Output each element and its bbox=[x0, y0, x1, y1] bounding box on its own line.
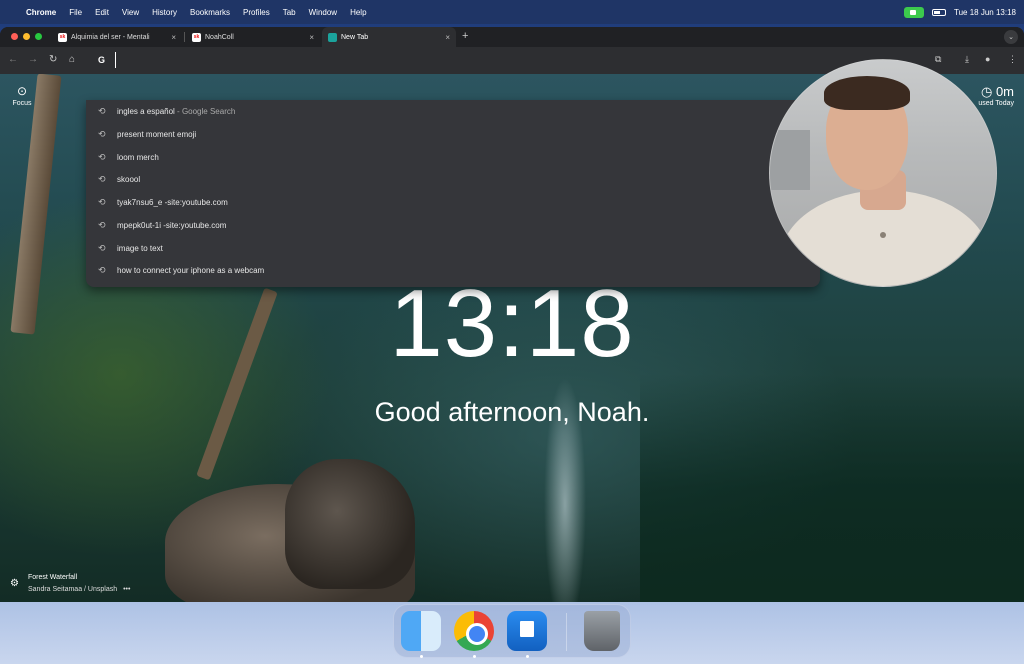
close-tab-icon[interactable]: × bbox=[445, 33, 450, 42]
menu-view[interactable]: View bbox=[122, 8, 139, 17]
skool-favicon-icon: sk bbox=[192, 32, 201, 42]
greeting-text: Good afternoon, Noah. bbox=[374, 397, 650, 427]
running-indicator bbox=[420, 655, 423, 658]
menu-history[interactable]: History bbox=[152, 8, 177, 17]
photo-author-text[interactable]: Sandra Seitamaa / Unsplash bbox=[28, 586, 117, 593]
focus-icon: ⊙ bbox=[16, 84, 28, 98]
extensions-icon[interactable]: ⧉ bbox=[935, 54, 941, 65]
suggestion-item[interactable]: ⟲ skoool bbox=[86, 168, 820, 190]
tab-title: New Tab bbox=[341, 33, 369, 41]
address-bar-input[interactable] bbox=[115, 52, 315, 68]
more-menu-icon[interactable]: ⋮ bbox=[1008, 54, 1017, 65]
tab-strip: sk Alquimia del ser - Mentali × sk NoahC… bbox=[0, 27, 1024, 47]
suggestion-item[interactable]: ⟲ mpepk0ut-1i -site:youtube.com bbox=[86, 214, 820, 236]
focus-label: Focus bbox=[12, 100, 32, 107]
menu-profiles[interactable]: Profiles bbox=[243, 8, 270, 17]
history-icon: ⟲ bbox=[98, 242, 106, 253]
dock-separator bbox=[566, 613, 567, 651]
close-tab-icon[interactable]: × bbox=[171, 33, 176, 42]
suggestion-text: present moment emoji bbox=[117, 129, 197, 139]
history-icon: ⟲ bbox=[98, 151, 106, 162]
forward-icon[interactable]: → bbox=[28, 54, 38, 65]
webcam-bubble[interactable] bbox=[769, 59, 997, 287]
timer-icon: ◷ bbox=[980, 84, 993, 99]
back-icon[interactable]: ← bbox=[8, 54, 18, 65]
webcam-background-shelf bbox=[770, 130, 810, 190]
reload-icon[interactable]: ↻ bbox=[49, 54, 57, 65]
history-icon: ⟲ bbox=[98, 173, 106, 184]
menu-bar-status: Tue 18 Jun 13:18 bbox=[904, 6, 1016, 18]
zoom-window-button[interactable] bbox=[35, 33, 42, 40]
history-icon: ⟲ bbox=[98, 196, 106, 207]
menu-edit[interactable]: Edit bbox=[95, 8, 109, 17]
tab-title: NoahColl bbox=[205, 33, 234, 41]
skool-favicon-icon: sk bbox=[58, 32, 67, 42]
gear-icon[interactable]: ⚙ bbox=[10, 578, 19, 589]
menu-help[interactable]: Help bbox=[350, 8, 366, 17]
webcam-person-hair bbox=[824, 76, 910, 110]
background-rocks bbox=[285, 459, 415, 589]
timer-value: ◷ 0m bbox=[978, 84, 1014, 100]
chrome-icon[interactable] bbox=[454, 611, 494, 651]
tab-search-button[interactable]: ⌄ bbox=[1004, 30, 1018, 44]
suggestion-text: loom merch bbox=[117, 152, 159, 162]
suggestion-item[interactable]: ⟲ loom merch bbox=[86, 146, 820, 168]
focus-button[interactable]: ⊙ Focus bbox=[8, 84, 36, 107]
suggestion-text: image to text bbox=[117, 243, 163, 253]
battery-icon[interactable] bbox=[932, 8, 947, 16]
history-icon: ⟲ bbox=[98, 105, 106, 116]
timer-value-text: 0m bbox=[995, 84, 1014, 99]
dock bbox=[393, 604, 631, 658]
usage-timer[interactable]: ◷ 0m used Today bbox=[978, 84, 1014, 107]
timer-subtitle: used Today bbox=[978, 100, 1014, 107]
suggestion-text: ingles a español - Google Search bbox=[117, 106, 236, 116]
minimize-window-button[interactable] bbox=[23, 33, 30, 40]
photo-title[interactable]: Forest Waterfall bbox=[28, 574, 77, 581]
screen-recording-icon[interactable] bbox=[904, 6, 925, 18]
suggestion-text: how to connect your iphone as a webcam bbox=[117, 265, 265, 275]
new-tab-favicon-icon bbox=[328, 32, 337, 42]
suggestion-text: mpepk0ut-1i -site:youtube.com bbox=[117, 220, 227, 230]
history-icon: ⟲ bbox=[98, 128, 106, 139]
menu-tab[interactable]: Tab bbox=[283, 8, 296, 17]
menu-bookmarks[interactable]: Bookmarks bbox=[190, 8, 230, 17]
suggestion-item[interactable]: ⟲ how to connect your iphone as a webcam bbox=[86, 259, 820, 281]
new-tab-button[interactable]: + bbox=[462, 30, 468, 42]
webcam-shirt-button bbox=[880, 232, 886, 238]
trash-icon[interactable] bbox=[584, 611, 620, 651]
menu-app-name[interactable]: Chrome bbox=[26, 8, 56, 17]
close-tab-icon[interactable]: × bbox=[309, 33, 314, 42]
profile-icon[interactable]: ● bbox=[985, 54, 990, 64]
suggestion-item[interactable]: ⟲ image to text bbox=[86, 237, 820, 259]
suggestion-text: tyak7nsu6_e -site:youtube.com bbox=[117, 197, 228, 207]
download-icon[interactable]: ⤓ bbox=[965, 54, 969, 65]
history-icon: ⟲ bbox=[98, 219, 106, 230]
photo-more-button[interactable]: ••• bbox=[123, 586, 130, 593]
running-indicator bbox=[526, 655, 529, 658]
home-icon[interactable]: ⌂ bbox=[69, 54, 75, 65]
finder-icon[interactable] bbox=[401, 611, 441, 651]
tab-separator bbox=[184, 32, 185, 42]
keynote-icon[interactable] bbox=[507, 611, 547, 651]
big-clock: 13:18 bbox=[389, 270, 635, 377]
suggestion-suffix: - Google Search bbox=[174, 106, 236, 116]
suggestion-item[interactable]: ⟲ ingles a español - Google Search bbox=[86, 100, 820, 122]
suggestion-item[interactable]: ⟲ present moment emoji bbox=[86, 123, 820, 145]
menu-window[interactable]: Window bbox=[309, 8, 337, 17]
photo-author: Sandra Seitamaa / Unsplash ••• bbox=[28, 586, 130, 593]
omnibox-suggestions: ⟲ ingles a español - Google Search ⟲ pre… bbox=[86, 100, 820, 287]
tab-noahcoll[interactable]: sk NoahColl × bbox=[186, 27, 320, 47]
tab-title: Alquimia del ser - Mentali bbox=[71, 33, 150, 41]
menu-file[interactable]: File bbox=[69, 8, 82, 17]
clock-datetime[interactable]: Tue 18 Jun 13:18 bbox=[954, 8, 1016, 17]
menu-bar: Chrome File Edit View History Bookmarks … bbox=[0, 0, 1024, 24]
tab-new-tab[interactable]: New Tab × bbox=[322, 27, 456, 47]
close-window-button[interactable] bbox=[11, 33, 18, 40]
suggestion-item[interactable]: ⟲ tyak7nsu6_e -site:youtube.com bbox=[86, 191, 820, 213]
suggestion-text: skoool bbox=[117, 174, 141, 184]
tab-alquimia[interactable]: sk Alquimia del ser - Mentali × bbox=[52, 27, 182, 47]
google-icon: G bbox=[98, 55, 106, 65]
running-indicator bbox=[473, 655, 476, 658]
history-icon: ⟲ bbox=[98, 264, 106, 275]
